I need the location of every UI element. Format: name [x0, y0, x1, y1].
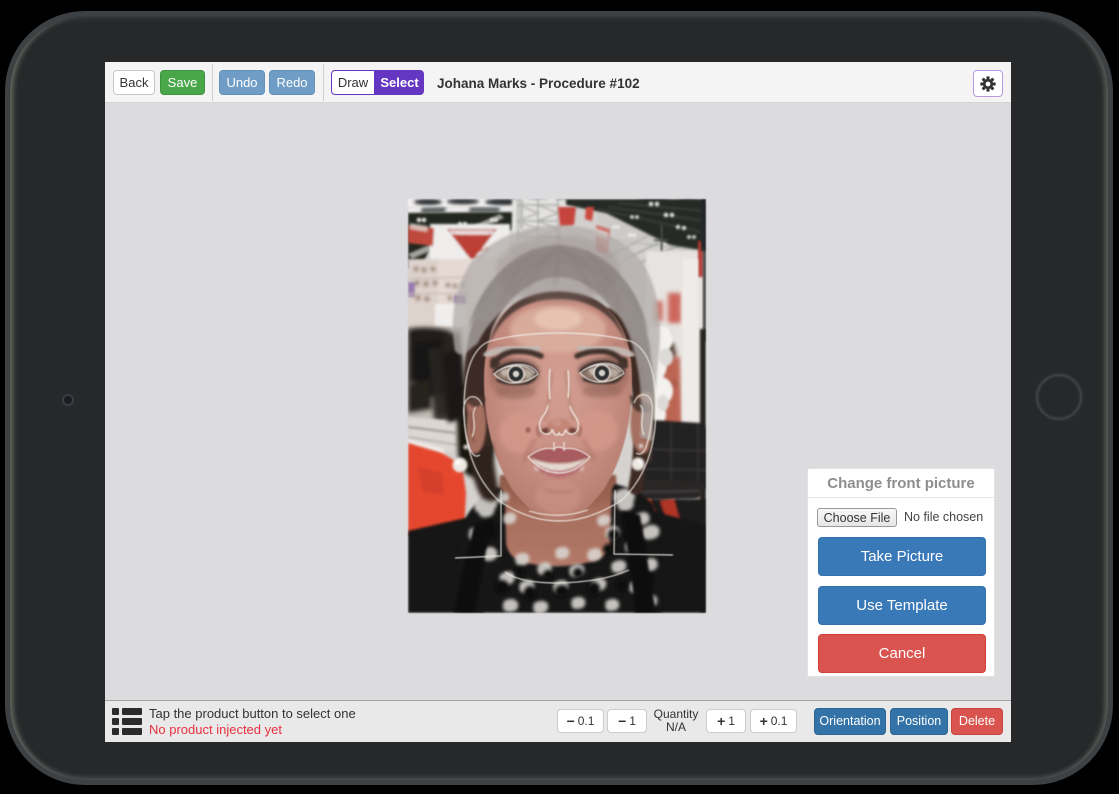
- svg-text:PROFESSIONAL: PROFESSIONAL: [456, 231, 489, 236]
